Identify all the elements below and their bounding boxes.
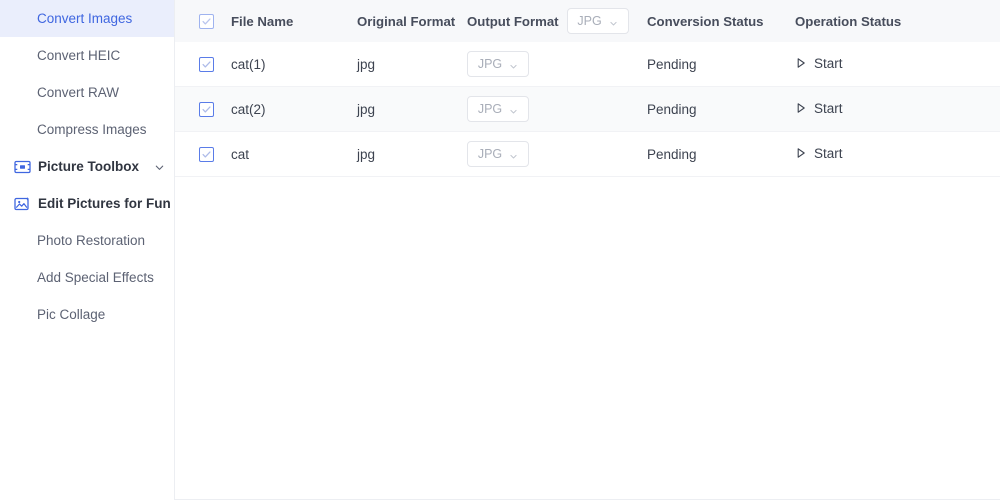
- edit-pictures-icon: [14, 196, 31, 212]
- column-header-output-format-cell: Output Format JPG: [467, 8, 647, 34]
- chevron-down-icon: [509, 150, 518, 159]
- play-icon: [795, 102, 807, 114]
- sidebar-group-edit-pictures-for-fun[interactable]: Edit Pictures for Fun: [0, 185, 191, 222]
- start-button-label: Start: [814, 55, 843, 71]
- sidebar-item-label: Compress Images: [37, 122, 147, 137]
- sidebar-item-label: Photo Restoration: [37, 233, 146, 248]
- sidebar-item-label: Convert Images: [37, 11, 133, 26]
- row-checkbox-cell: [175, 101, 231, 117]
- column-header-original-format: Original Format: [357, 13, 456, 29]
- row-output-format-select[interactable]: JPG: [467, 96, 529, 122]
- cell-file-name: cat(2): [231, 101, 266, 117]
- row-output-format-value: JPG: [477, 147, 503, 161]
- cell-original-format: jpg: [357, 56, 376, 72]
- select-all-checkbox[interactable]: [198, 13, 214, 29]
- column-header-output-format: Output Format: [467, 13, 559, 29]
- row-checkbox-cell: [175, 56, 231, 72]
- sidebar-item-label: Convert RAW: [37, 85, 120, 100]
- cell-conversion-status: Pending: [647, 56, 697, 72]
- table-row[interactable]: cat(2) jpg JPG Pending Start: [175, 87, 1000, 132]
- sidebar-item-add-special-effects[interactable]: Add Special Effects: [0, 259, 174, 296]
- play-icon: [795, 57, 807, 69]
- column-header-operation-status: Operation Status: [795, 13, 902, 29]
- sidebar-item-convert-heic[interactable]: Convert HEIC: [0, 37, 174, 74]
- row-checkbox[interactable]: [198, 101, 214, 117]
- sidebar-item-pic-collage[interactable]: Pic Collage: [0, 296, 174, 333]
- sidebar-item-compress-images[interactable]: Compress Images: [0, 111, 174, 148]
- chevron-down-icon[interactable]: [154, 161, 165, 172]
- app-root: Convert Images Convert HEIC Convert RAW …: [0, 0, 1000, 500]
- table-row[interactable]: cat jpg JPG Pending Start: [175, 132, 1000, 177]
- conversion-table: File Name Original Format Output Format …: [175, 0, 1000, 177]
- start-button[interactable]: Start: [795, 146, 843, 161]
- sidebar-group-label: Picture Toolbox: [38, 159, 140, 174]
- select-all-checkbox-cell: [175, 13, 231, 29]
- row-output-format-select[interactable]: JPG: [467, 141, 529, 167]
- column-header-conversion-status: Conversion Status: [647, 13, 764, 29]
- row-checkbox[interactable]: [198, 56, 214, 72]
- play-icon: [795, 147, 807, 159]
- table-header-row: File Name Original Format Output Format …: [175, 0, 1000, 42]
- row-checkbox-cell: [175, 146, 231, 162]
- start-button-label: Start: [814, 145, 843, 161]
- cell-original-format: jpg: [357, 146, 376, 162]
- row-output-format-value: JPG: [477, 102, 503, 116]
- sidebar-group-picture-toolbox[interactable]: Picture Toolbox: [0, 148, 174, 185]
- global-output-format-value: JPG: [577, 14, 602, 28]
- picture-toolbox-icon: [14, 159, 31, 175]
- main-panel: File Name Original Format Output Format …: [175, 0, 1000, 500]
- start-button[interactable]: Start: [795, 56, 843, 71]
- sidebar-item-label: Add Special Effects: [37, 270, 154, 285]
- global-output-format-select[interactable]: JPG: [566, 8, 629, 34]
- chevron-down-icon: [509, 105, 518, 114]
- row-checkbox[interactable]: [198, 146, 214, 162]
- row-output-format-value: JPG: [477, 57, 503, 71]
- sidebar-item-convert-images[interactable]: Convert Images: [0, 0, 174, 37]
- chevron-down-icon: [509, 60, 518, 69]
- sidebar-item-convert-raw[interactable]: Convert RAW: [0, 74, 174, 111]
- sidebar-item-label: Pic Collage: [37, 307, 106, 322]
- chevron-down-icon: [609, 17, 618, 26]
- start-button-label: Start: [814, 100, 843, 116]
- cell-original-format: jpg: [357, 101, 376, 117]
- start-button[interactable]: Start: [795, 101, 843, 116]
- cell-file-name: cat: [231, 146, 250, 162]
- table-row[interactable]: cat(1) jpg JPG Pending Start: [175, 42, 1000, 87]
- cell-conversion-status: Pending: [647, 101, 697, 117]
- sidebar-item-label: Convert HEIC: [37, 48, 121, 63]
- row-output-format-select[interactable]: JPG: [467, 51, 529, 77]
- cell-file-name: cat(1): [231, 56, 266, 72]
- sidebar-group-label: Edit Pictures for Fun: [38, 196, 171, 211]
- sidebar: Convert Images Convert HEIC Convert RAW …: [0, 0, 191, 500]
- cell-conversion-status: Pending: [647, 146, 697, 162]
- sidebar-item-photo-restoration[interactable]: Photo Restoration: [0, 222, 174, 259]
- column-header-file-name: File Name: [231, 13, 294, 29]
